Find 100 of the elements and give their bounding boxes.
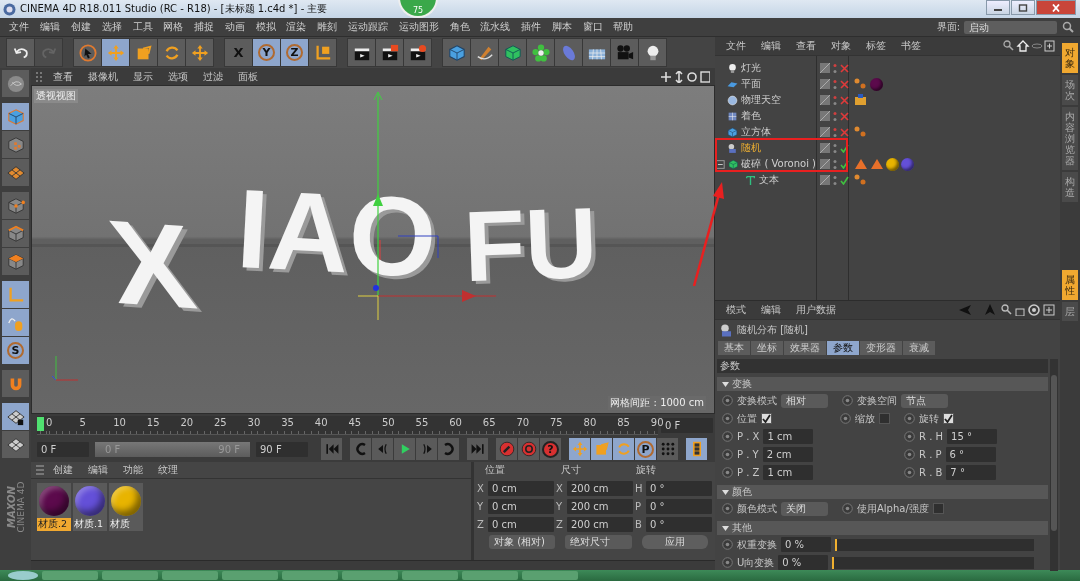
- panel-tools-icon[interactable]: [959, 304, 1055, 316]
- playback-button[interactable]: [518, 438, 539, 460]
- object-menu-item[interactable]: 文件: [720, 39, 752, 53]
- visibility-dots-icon[interactable]: [833, 126, 837, 138]
- layer-icon[interactable]: [820, 127, 830, 137]
- visibility-dots-icon[interactable]: [833, 94, 837, 106]
- animation-radio-icon[interactable]: [904, 449, 915, 460]
- visibility-dots-icon[interactable]: [833, 78, 837, 90]
- material-tag-icon[interactable]: [886, 157, 899, 171]
- attribute-menu-item[interactable]: 用户数据: [790, 303, 842, 317]
- triangle-tag-icon[interactable]: [870, 157, 884, 171]
- animation-radio-icon[interactable]: [722, 395, 733, 406]
- cross-icon[interactable]: [840, 95, 849, 105]
- side-tab[interactable]: 属性: [1062, 270, 1078, 300]
- menu-item[interactable]: 文件: [4, 20, 35, 34]
- viewport-menu-item[interactable]: 面板: [232, 69, 264, 84]
- slider-handle[interactable]: [832, 556, 835, 569]
- cross-icon[interactable]: [840, 63, 849, 73]
- tool-button[interactable]: [404, 39, 431, 66]
- coordinate-mode-dropdown[interactable]: 对象 (相对): [489, 535, 556, 549]
- sky-tag-icon[interactable]: [854, 93, 868, 107]
- menu-item[interactable]: 运动图形: [393, 20, 445, 34]
- playback-button[interactable]: [372, 438, 393, 460]
- toggle-button[interactable]: Z: [281, 39, 308, 66]
- triangle-tag-icon[interactable]: [854, 157, 868, 171]
- maximize-button[interactable]: [1011, 0, 1035, 15]
- check-icon[interactable]: [840, 159, 849, 169]
- collapse-icon[interactable]: [716, 159, 725, 169]
- visibility-dots-icon[interactable]: [833, 158, 837, 170]
- number-field[interactable]: 0 %: [781, 537, 831, 552]
- object-menu-item[interactable]: 对象: [825, 39, 857, 53]
- phong-tag-icon[interactable]: [854, 173, 868, 187]
- object-menu-item[interactable]: 查看: [790, 39, 822, 53]
- animation-radio-icon[interactable]: [904, 413, 915, 424]
- layer-icon[interactable]: [820, 63, 830, 73]
- playback-button[interactable]: [657, 438, 678, 460]
- slider-handle[interactable]: [835, 538, 837, 551]
- animation-radio-icon[interactable]: [722, 413, 733, 424]
- animation-radio-icon[interactable]: [722, 503, 733, 514]
- coordinate-field[interactable]: 0 cm: [488, 499, 554, 514]
- search-icon[interactable]: [1062, 21, 1074, 33]
- animation-radio-icon[interactable]: [722, 539, 733, 550]
- object-menu-item[interactable]: 编辑: [755, 39, 787, 53]
- slider-track[interactable]: [835, 538, 1034, 551]
- checkbox[interactable]: [943, 413, 954, 424]
- phong-tag-icon[interactable]: [854, 77, 868, 91]
- animation-radio-icon[interactable]: [842, 395, 853, 406]
- menu-item[interactable]: 选择: [96, 20, 128, 34]
- playhead[interactable]: [37, 416, 44, 431]
- playback-button[interactable]: [416, 438, 437, 460]
- viewport-menu-item[interactable]: 过滤: [197, 69, 229, 84]
- layer-icon[interactable]: [820, 159, 830, 169]
- playback-button[interactable]: [496, 438, 517, 460]
- view-navigation-icon[interactable]: [660, 70, 710, 83]
- menu-item[interactable]: 动画: [219, 20, 251, 34]
- cross-icon[interactable]: [840, 127, 849, 137]
- attribute-tab[interactable]: 基本: [718, 341, 750, 355]
- animation-radio-icon[interactable]: [842, 503, 853, 514]
- tool-button[interactable]: [376, 39, 403, 66]
- number-field[interactable]: 0 %: [778, 555, 829, 570]
- menu-item[interactable]: 渲染: [281, 20, 312, 34]
- layer-icon[interactable]: [820, 111, 830, 121]
- attribute-tab[interactable]: 参数: [827, 341, 859, 355]
- dropdown[interactable]: 节点: [901, 393, 948, 408]
- coordinate-field[interactable]: 0 °: [646, 481, 712, 496]
- menu-item[interactable]: 运动跟踪: [342, 20, 394, 34]
- visibility-dots-icon[interactable]: [833, 174, 837, 186]
- side-tab[interactable]: 构造: [1062, 172, 1078, 202]
- number-field[interactable]: 1 cm: [763, 465, 814, 480]
- menu-item[interactable]: 编辑: [34, 20, 66, 34]
- viewport-menu-item[interactable]: 摄像机: [82, 69, 124, 84]
- size-mode-dropdown[interactable]: 绝对尺寸: [565, 535, 632, 549]
- material-menu-item[interactable]: 编辑: [82, 463, 114, 477]
- playback-button[interactable]: [394, 438, 415, 460]
- cross-icon[interactable]: [840, 111, 849, 121]
- disclosure-icon[interactable]: [722, 488, 729, 496]
- visibility-dots-icon[interactable]: [833, 142, 837, 154]
- layer-icon[interactable]: [820, 79, 830, 89]
- playback-button[interactable]: [438, 438, 459, 460]
- material-menu-item[interactable]: 纹理: [152, 463, 184, 477]
- menu-item[interactable]: 角色: [444, 20, 475, 34]
- start-button[interactable]: [8, 571, 38, 580]
- key-button[interactable]: P: [635, 438, 656, 460]
- animation-radio-icon[interactable]: [840, 413, 851, 424]
- viewport-menu-item[interactable]: 显示: [127, 69, 159, 84]
- attribute-tab[interactable]: 变形器: [860, 341, 902, 355]
- disclosure-icon[interactable]: [722, 524, 729, 532]
- number-field[interactable]: 1 cm: [763, 429, 814, 444]
- animation-radio-icon[interactable]: [722, 431, 733, 442]
- coordinate-field[interactable]: 200 cm: [567, 481, 633, 496]
- tool-button[interactable]: [2, 403, 29, 430]
- start-frame-field[interactable]: 0 F: [37, 441, 89, 457]
- side-tab[interactable]: 对象: [1062, 43, 1078, 73]
- coordinate-field[interactable]: 0 cm: [488, 517, 554, 532]
- close-button[interactable]: [1036, 0, 1076, 15]
- material-menu-item[interactable]: 功能: [117, 463, 149, 477]
- menu-item[interactable]: 流水线: [474, 20, 516, 34]
- playback-button[interactable]: [686, 438, 707, 460]
- toggle-button[interactable]: Y: [253, 39, 280, 66]
- material-menu-item[interactable]: 创建: [47, 463, 79, 477]
